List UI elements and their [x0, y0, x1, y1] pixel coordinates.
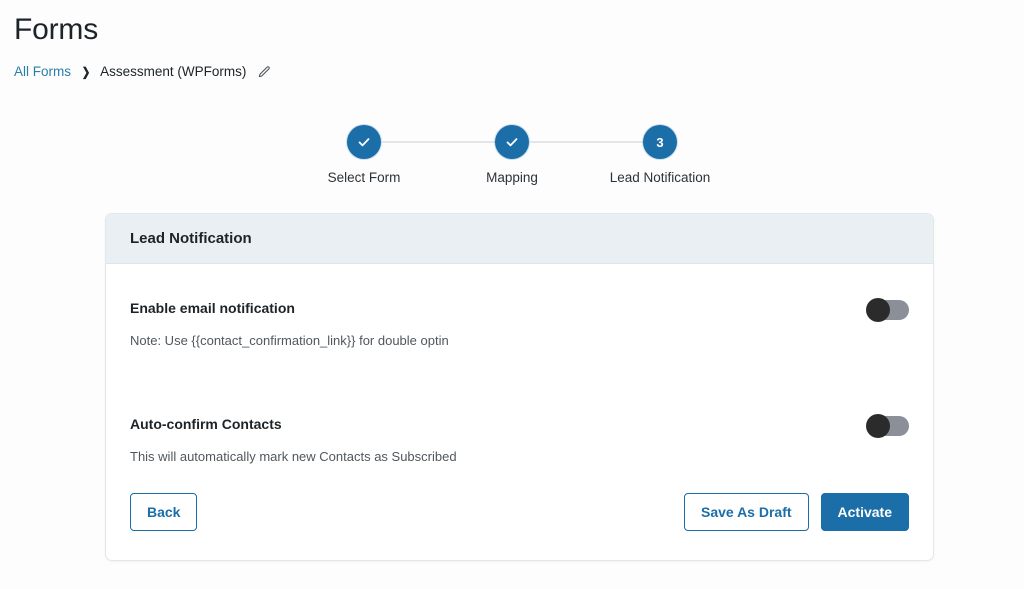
toggle-enable-email-notification[interactable]: [866, 298, 909, 322]
progress-stepper: Select Form Mapping 3 Lead Notification: [0, 125, 1024, 185]
stepper-step-select-form[interactable]: Select Form: [290, 125, 438, 185]
toggle-knob: [866, 414, 890, 438]
card-header: Lead Notification: [106, 214, 933, 264]
toggle-knob: [866, 298, 890, 322]
setting-row-enable-email-notification: Enable email notification Note: Use {{co…: [130, 298, 909, 350]
card-body: Enable email notification Note: Use {{co…: [106, 264, 933, 466]
stepper-step-lead-notification[interactable]: 3 Lead Notification: [586, 125, 734, 185]
breadcrumb-link-all-forms[interactable]: All Forms: [14, 63, 71, 81]
activate-button[interactable]: Activate: [820, 493, 909, 531]
setting-text-block: Auto-confirm Contacts This will automati…: [130, 414, 457, 466]
page-title: Forms: [14, 13, 98, 46]
check-icon: [347, 125, 381, 159]
step-number-badge: 3: [643, 125, 677, 159]
chevron-right-icon: ❯: [81, 65, 91, 79]
back-button[interactable]: Back: [130, 493, 198, 531]
stepper-label-lead-notification: Lead Notification: [609, 170, 711, 185]
stepper-label-select-form: Select Form: [327, 170, 401, 185]
card-header-title: Lead Notification: [130, 230, 252, 247]
setting-text-block: Enable email notification Note: Use {{co…: [130, 298, 449, 350]
setting-row-auto-confirm-contacts: Auto-confirm Contacts This will automati…: [130, 414, 909, 466]
lead-notification-card: Lead Notification Enable email notificat…: [105, 213, 934, 561]
save-as-draft-button[interactable]: Save As Draft: [684, 493, 809, 531]
toggle-auto-confirm-contacts[interactable]: [866, 414, 909, 438]
check-icon: [495, 125, 529, 159]
card-footer: Back Save As Draft Activate: [106, 464, 933, 560]
breadcrumb-current-form: Assessment (WPForms): [100, 64, 247, 79]
breadcrumb: All Forms ❯ Assessment (WPForms): [14, 63, 271, 81]
setting-label-auto-confirm-contacts: Auto-confirm Contacts: [130, 416, 282, 432]
stepper-label-mapping: Mapping: [486, 170, 538, 185]
footer-actions: Save As Draft Activate: [684, 493, 909, 531]
setting-label-enable-email-notification: Enable email notification: [130, 300, 295, 316]
stepper-step-mapping[interactable]: Mapping: [438, 125, 586, 185]
pencil-icon[interactable]: [257, 65, 271, 79]
setting-note-enable-email-notification: Note: Use {{contact_confirmation_link}} …: [130, 333, 449, 348]
